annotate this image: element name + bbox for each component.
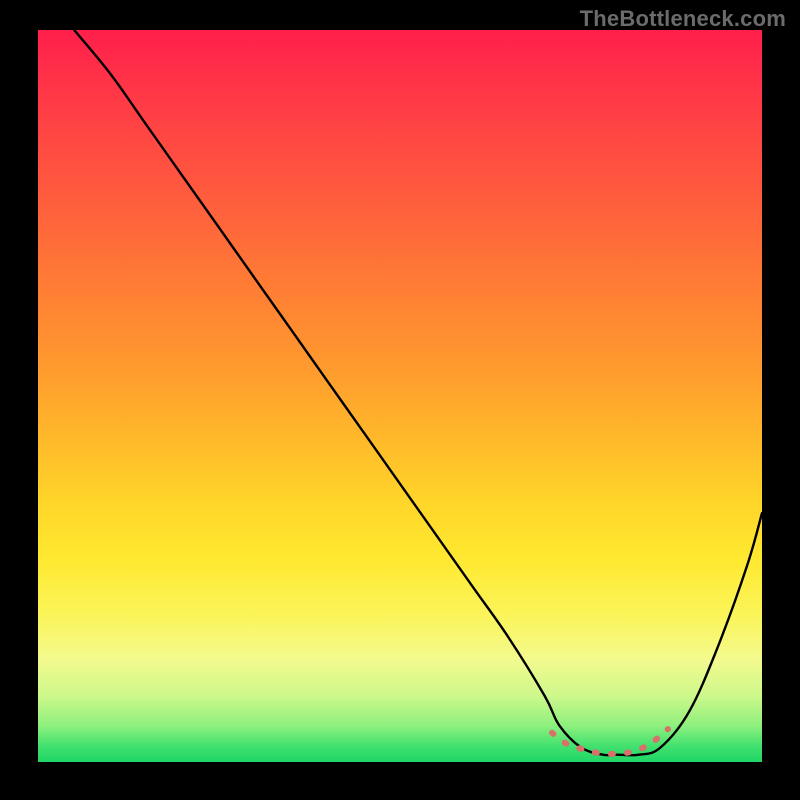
- bottleneck-curve: [74, 30, 762, 755]
- chart-frame: TheBottleneck.com: [0, 0, 800, 800]
- optimal-range-marker: [552, 729, 668, 754]
- plot-area: [38, 30, 762, 762]
- watermark-text: TheBottleneck.com: [580, 6, 786, 32]
- curve-layer: [38, 30, 762, 762]
